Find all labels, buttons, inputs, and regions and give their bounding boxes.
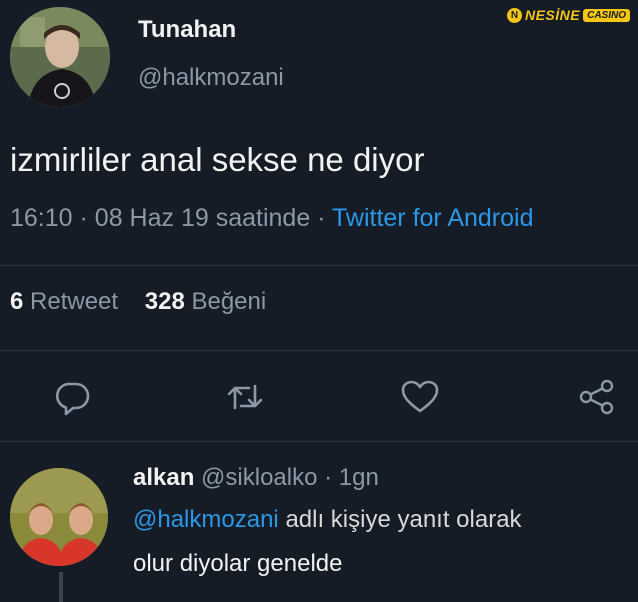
tweet-date: 08 Haz 19 saatinde xyxy=(94,204,311,232)
reply-header: alkan @sikloalko · 1gn xyxy=(133,464,379,492)
share-button[interactable] xyxy=(575,375,619,419)
reply-avatar[interactable] xyxy=(10,468,108,566)
retweet-label: Retweet xyxy=(30,288,119,315)
replying-to: @halkmozani adlı kişiye yanıt olarak xyxy=(133,506,522,534)
replying-suffix: adlı kişiye yanıt olarak xyxy=(285,506,522,533)
like-stat[interactable]: 328 Beğeni xyxy=(145,288,266,315)
tweet-time: 16:10 xyxy=(10,204,73,232)
retweet-count: 6 xyxy=(10,288,24,315)
reply-text: olur diyolar genelde xyxy=(133,550,343,577)
thread-line xyxy=(59,572,63,602)
user-handle[interactable]: @halkmozani xyxy=(138,64,284,92)
retweet-button[interactable] xyxy=(223,375,267,419)
reply-display-name[interactable]: alkan xyxy=(133,464,194,491)
reply-handle[interactable]: @sikloalko xyxy=(201,464,317,491)
reply-button[interactable] xyxy=(50,375,94,419)
tweet-stats: 6 Retweet 328 Beğeni xyxy=(10,288,266,316)
like-count: 328 xyxy=(144,288,185,315)
tweet-source-link[interactable]: Twitter for Android xyxy=(332,204,533,232)
like-button[interactable] xyxy=(398,375,442,419)
reply-time: 1gn xyxy=(338,464,379,491)
share-icon xyxy=(579,379,614,415)
reply-icon xyxy=(55,382,90,416)
retweet-stat[interactable]: 6 Retweet xyxy=(10,288,118,315)
meta-separator: · xyxy=(317,204,326,232)
meta-separator: · xyxy=(79,204,88,232)
watermark-logo: N NESİNE CASINO xyxy=(506,7,630,23)
divider xyxy=(0,441,638,442)
tweet-text: izmirliler anal sekse ne diyor xyxy=(10,141,425,178)
like-label: Beğeni xyxy=(191,288,267,315)
display-name[interactable]: Tunahan xyxy=(138,16,236,44)
watermark-brand: NESİNE xyxy=(524,7,581,23)
divider xyxy=(0,265,638,266)
replying-mention-link[interactable]: @halkmozani xyxy=(133,506,279,533)
tweet-meta: 16:10 · 08 Haz 19 saatinde · Twitter for… xyxy=(10,204,534,233)
watermark-coin-icon: N xyxy=(506,7,522,23)
avatar[interactable] xyxy=(10,7,110,107)
meta-separator: · xyxy=(324,464,333,491)
heart-icon xyxy=(401,380,439,413)
avatar-image xyxy=(10,7,110,107)
watermark-sub: CASINO xyxy=(583,8,630,22)
retweet-icon xyxy=(227,384,263,410)
divider xyxy=(0,350,638,351)
reply-avatar-image xyxy=(10,468,108,566)
